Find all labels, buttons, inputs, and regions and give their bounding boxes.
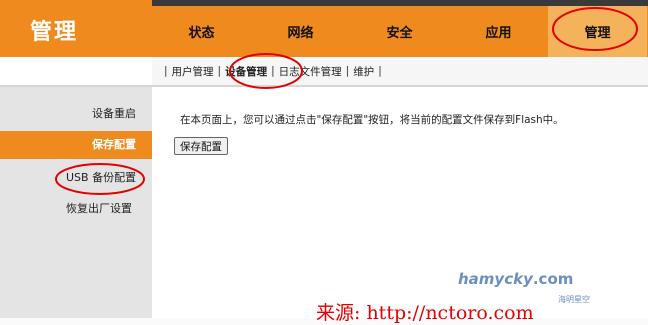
save-config-button[interactable]: 保存配置: [174, 137, 228, 155]
source-caption: 来源: http://nctoro.com: [316, 302, 534, 324]
separator: |: [271, 65, 275, 77]
sub-nav: | 用户管理 | 设备管理 | 日志文件管理 | 维护 |: [152, 57, 648, 85]
watermark-subtitle: 海明星空: [558, 295, 590, 304]
page-title: 管理: [30, 20, 79, 45]
watermark-logo: hamycky.com: [458, 270, 573, 288]
subnav-item-device-management[interactable]: 设备管理: [225, 64, 267, 79]
watermark-logo-text: hamycky: [458, 270, 533, 288]
separator: |: [345, 65, 350, 77]
tab-management[interactable]: 管理: [548, 6, 647, 57]
separator: |: [217, 65, 222, 77]
brand-block: 管理: [0, 0, 152, 57]
tab-application[interactable]: 应用: [449, 6, 548, 57]
subnav-item-log-management[interactable]: 日志文件管理: [279, 64, 342, 79]
tab-label: 网络: [287, 26, 314, 41]
subnav-spacer: [0, 57, 152, 85]
top-nav: 状态 网络 安全 应用 管理: [152, 0, 648, 57]
separator: |: [164, 65, 168, 77]
tab-status[interactable]: 状态: [152, 6, 251, 57]
tab-network[interactable]: 网络: [251, 6, 350, 57]
subnav-item-user-management[interactable]: 用户管理: [172, 64, 214, 79]
tab-label: 状态: [188, 26, 215, 41]
tab-label: 安全: [386, 26, 413, 41]
sidebar: 设备重启 保存配置 USB 备份配置 恢复出厂设置: [0, 87, 152, 325]
tab-label: 管理: [584, 26, 611, 41]
subnav-item-maintenance[interactable]: 维护: [353, 64, 374, 79]
watermark-logo-suffix: .com: [532, 270, 574, 288]
sidebar-item-reboot[interactable]: 设备重启: [0, 100, 152, 128]
tab-security[interactable]: 安全: [350, 6, 449, 57]
tab-label: 应用: [485, 26, 512, 41]
page-description: 在本页面上，您可以通过点击"保存配置"按钮，将当前的配置文件保存到Flash中。: [180, 114, 564, 126]
sidebar-item-save-config[interactable]: 保存配置: [0, 131, 152, 159]
main-panel: 在本页面上，您可以通过点击"保存配置"按钮，将当前的配置文件保存到Flash中。…: [152, 87, 648, 325]
sidebar-item-factory-reset[interactable]: 恢复出厂设置: [0, 195, 152, 223]
separator: |: [378, 65, 382, 77]
sidebar-item-usb-backup[interactable]: USB 备份配置: [0, 164, 152, 192]
